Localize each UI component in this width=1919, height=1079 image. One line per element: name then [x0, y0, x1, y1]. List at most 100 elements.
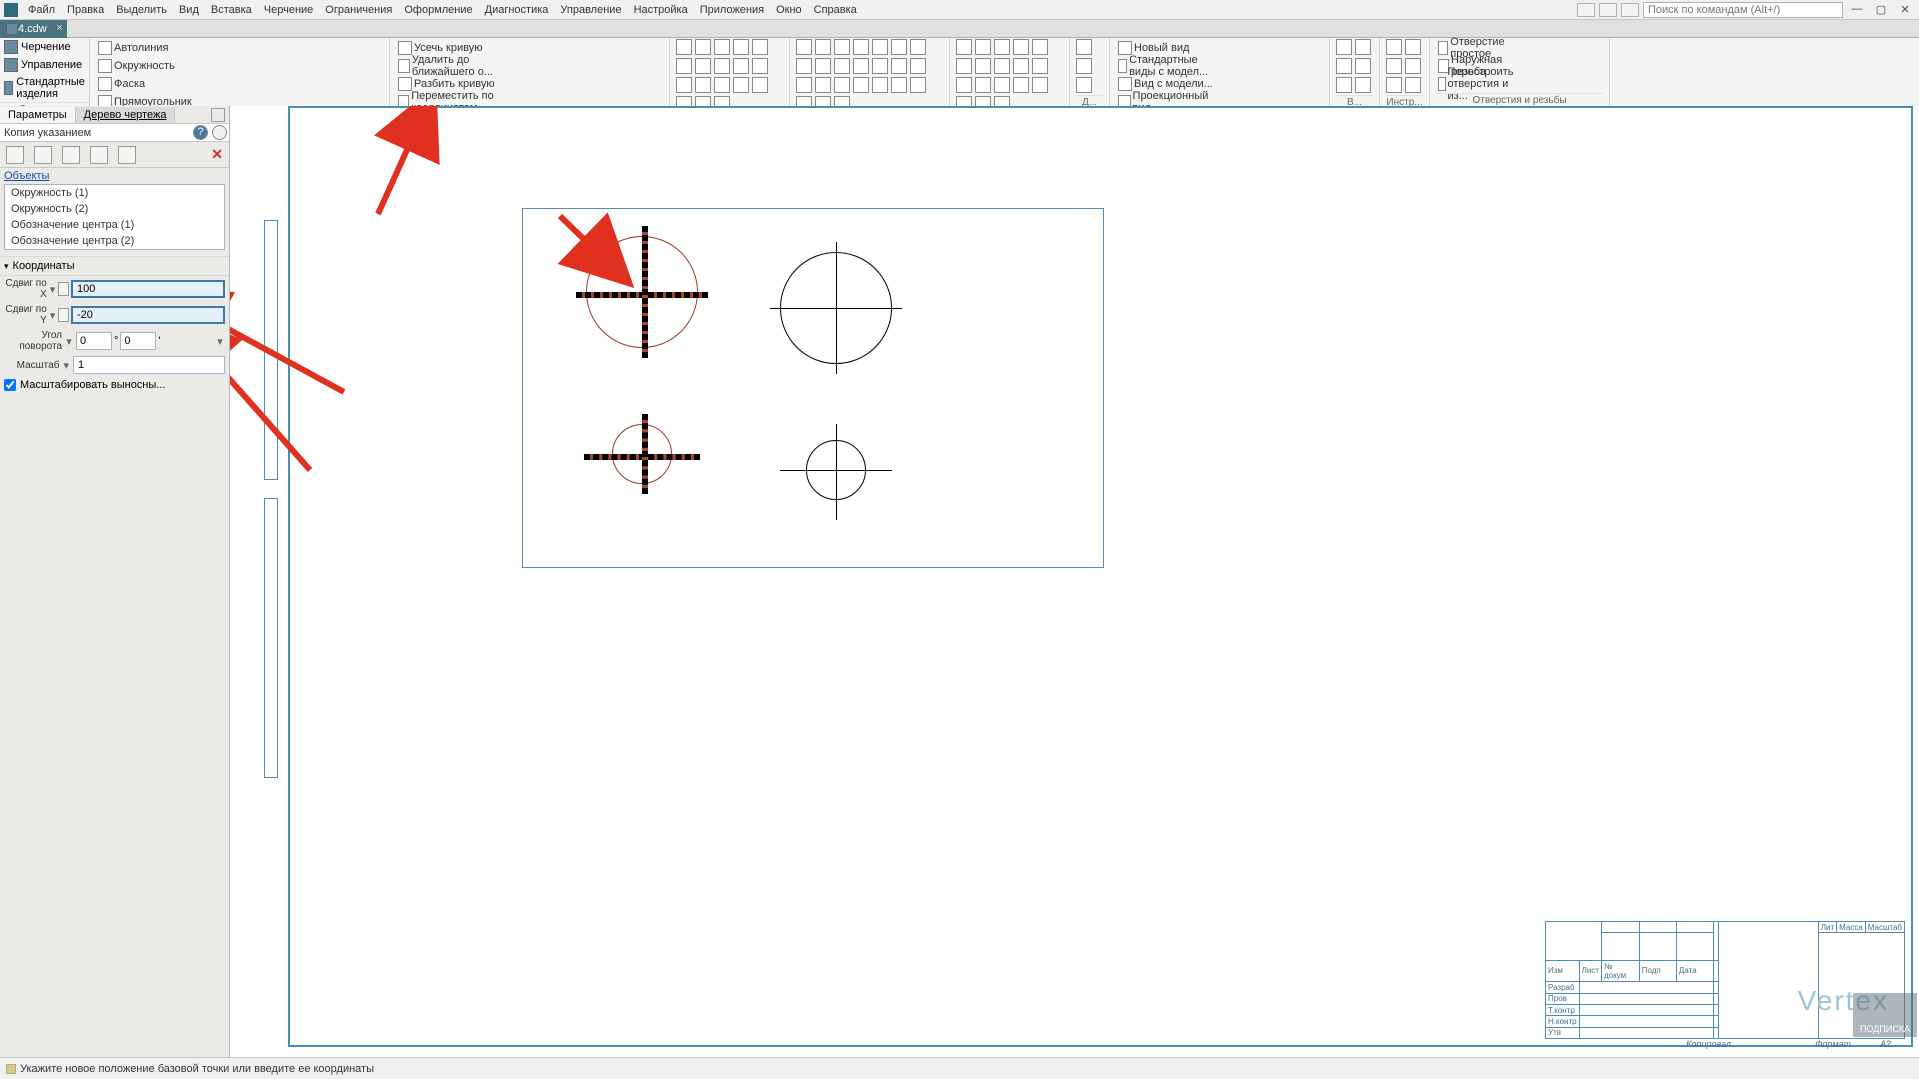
mode-icon-2[interactable]	[34, 146, 52, 164]
mark-icon-11[interactable]	[872, 58, 888, 74]
constr-icon-2[interactable]	[994, 39, 1010, 55]
mark-icon-13[interactable]	[910, 58, 926, 74]
menu-Черчение[interactable]: Черчение	[258, 2, 320, 18]
dim-icon-2[interactable]	[714, 39, 730, 55]
menu-Приложения[interactable]: Приложения	[694, 2, 770, 18]
tools-icon-0[interactable]	[1386, 39, 1402, 55]
rotation-dropdown[interactable]: ▾	[64, 335, 74, 348]
mark-icon-14[interactable]	[796, 77, 812, 93]
mark-icon-20[interactable]	[910, 77, 926, 93]
dim-icon-8[interactable]	[733, 58, 749, 74]
menu-Диагностика[interactable]: Диагностика	[479, 2, 555, 18]
mark-icon-16[interactable]	[834, 77, 850, 93]
subscription-badge[interactable]: ПОДПИСКА	[1853, 993, 1917, 1037]
rotation-min-input[interactable]	[120, 332, 156, 350]
menu-Файл[interactable]: Файл	[22, 2, 61, 18]
dim-icon-10[interactable]	[676, 77, 692, 93]
dim-icon-7[interactable]	[714, 58, 730, 74]
dim-icon-0[interactable]	[676, 39, 692, 55]
panel-toggle-1[interactable]	[1577, 3, 1595, 17]
mark-icon-12[interactable]	[891, 58, 907, 74]
dim-icon-4[interactable]	[752, 39, 768, 55]
object-item[interactable]: Окружность (1)	[5, 185, 224, 201]
rotation-more-dropdown[interactable]: ▾	[215, 335, 225, 348]
tool-Удалить до ближайшего о...[interactable]: Удалить до ближайшего о...	[396, 57, 530, 75]
menu-Настройка[interactable]: Настройка	[628, 2, 694, 18]
objects-link[interactable]: Объекты	[4, 170, 49, 182]
document-tab[interactable]: 4.cdw ×	[0, 20, 67, 38]
object-item[interactable]: Обозначение центра (1)	[5, 217, 224, 233]
tools-icon-1[interactable]	[1405, 39, 1421, 55]
tools-icon-2[interactable]	[1386, 58, 1402, 74]
tools-icon-4[interactable]	[1386, 77, 1402, 93]
shift-y-lock-icon[interactable]	[58, 308, 69, 322]
dim-icon-12[interactable]	[714, 77, 730, 93]
mode-icon-4[interactable]	[90, 146, 108, 164]
cancel-operation-button[interactable]: ✕	[211, 146, 223, 163]
constr-icon-3[interactable]	[1013, 39, 1029, 55]
mark-icon-5[interactable]	[891, 39, 907, 55]
constr-icon-4[interactable]	[1032, 39, 1048, 55]
pin-button[interactable]	[212, 125, 227, 140]
diag-icon-2[interactable]	[1076, 77, 1092, 93]
insert-icon-3[interactable]	[1355, 58, 1371, 74]
object-item[interactable]: Обозначение центра (2)	[5, 233, 224, 249]
coords-section-header[interactable]: ▾ Координаты	[0, 256, 229, 276]
scale-leader-checkbox[interactable]	[4, 379, 16, 391]
menu-Окно[interactable]: Окно	[770, 2, 808, 18]
constr-icon-9[interactable]	[1032, 58, 1048, 74]
tool-Перестроить отверстия и из...[interactable]: Перестроить отверстия и из...	[1436, 75, 1520, 93]
diag-icon-0[interactable]	[1076, 39, 1092, 55]
mark-icon-3[interactable]	[853, 39, 869, 55]
maximize-button[interactable]: ▢	[1871, 3, 1891, 17]
constr-icon-1[interactable]	[975, 39, 991, 55]
mark-icon-10[interactable]	[853, 58, 869, 74]
panel-tab-tree[interactable]: Дерево чертежа	[76, 107, 176, 123]
mark-icon-18[interactable]	[872, 77, 888, 93]
dim-icon-5[interactable]	[676, 58, 692, 74]
close-button[interactable]: ✕	[1895, 3, 1915, 17]
rotation-deg-input[interactable]	[76, 332, 112, 350]
insert-icon-5[interactable]	[1355, 77, 1371, 93]
ctx-Управление[interactable]: Управление	[0, 56, 89, 74]
tool-Фаска[interactable]: Фаска	[96, 75, 240, 93]
mode-icon-5[interactable]	[118, 146, 136, 164]
menu-Правка[interactable]: Правка	[61, 2, 110, 18]
constr-icon-0[interactable]	[956, 39, 972, 55]
constr-icon-13[interactable]	[1013, 77, 1029, 93]
help-button[interactable]: ?	[193, 125, 208, 140]
insert-icon-4[interactable]	[1336, 77, 1352, 93]
mark-icon-9[interactable]	[834, 58, 850, 74]
menu-Ограничения[interactable]: Ограничения	[319, 2, 398, 18]
constr-icon-7[interactable]	[994, 58, 1010, 74]
tool-Окружность[interactable]: Окружность	[96, 57, 240, 75]
mark-icon-0[interactable]	[796, 39, 812, 55]
ctx-Черчение[interactable]: Черчение	[0, 38, 89, 56]
object-item[interactable]: Окружность (2)	[5, 201, 224, 217]
command-search-input[interactable]	[1643, 2, 1843, 18]
dim-icon-6[interactable]	[695, 58, 711, 74]
constr-icon-14[interactable]	[1032, 77, 1048, 93]
insert-icon-1[interactable]	[1355, 39, 1371, 55]
constr-icon-10[interactable]	[956, 77, 972, 93]
minimize-button[interactable]: —	[1847, 3, 1867, 17]
shift-x-dropdown[interactable]: ▾	[49, 283, 56, 296]
drawing-sheet[interactable]: ЛитМассаМасштаб ИзмЛист№ докумПодпДата Р…	[288, 106, 1913, 1047]
insert-icon-2[interactable]	[1336, 58, 1352, 74]
mark-icon-2[interactable]	[834, 39, 850, 55]
mark-icon-7[interactable]	[796, 58, 812, 74]
tab-close-button[interactable]: ×	[56, 22, 62, 34]
constr-icon-11[interactable]	[975, 77, 991, 93]
mark-icon-17[interactable]	[853, 77, 869, 93]
mark-icon-1[interactable]	[815, 39, 831, 55]
menu-Вставка[interactable]: Вставка	[205, 2, 258, 18]
menu-Оформление[interactable]: Оформление	[398, 2, 478, 18]
mode-icon-3[interactable]	[62, 146, 80, 164]
dim-icon-13[interactable]	[733, 77, 749, 93]
constr-icon-6[interactable]	[975, 58, 991, 74]
panel-toggle-2[interactable]	[1599, 3, 1617, 17]
insert-icon-0[interactable]	[1336, 39, 1352, 55]
constr-icon-5[interactable]	[956, 58, 972, 74]
menu-Вид[interactable]: Вид	[173, 2, 205, 18]
diag-icon-1[interactable]	[1076, 58, 1092, 74]
